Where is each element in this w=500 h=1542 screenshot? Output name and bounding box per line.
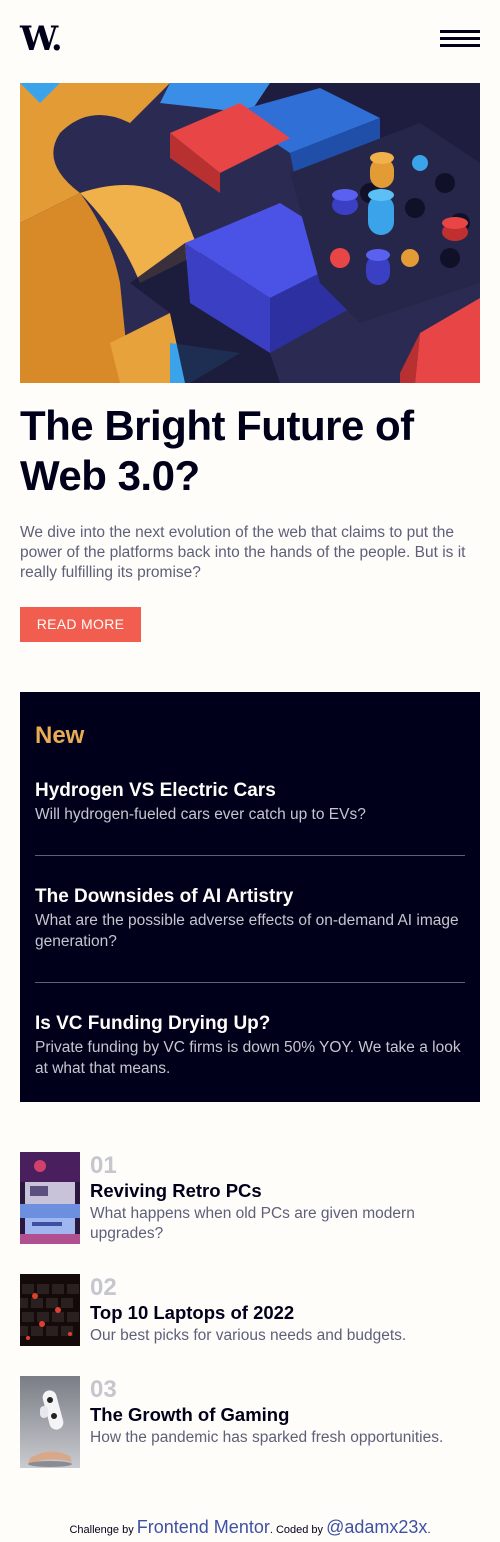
new-item-description: Will hydrogen-fueled cars ever catch up … xyxy=(35,806,366,823)
new-item: The Downsides of AI Artistry What are th… xyxy=(35,856,465,983)
list-item-description: How the pandemic has sparked fresh oppor… xyxy=(90,1429,444,1446)
list-item-title[interactable]: Reviving Retro PCs xyxy=(90,1180,480,1202)
frontend-mentor-link[interactable]: Frontend Mentor xyxy=(137,1517,270,1537)
footer-suffix: . xyxy=(427,1524,431,1536)
list-item-number: 01 xyxy=(90,1152,117,1179)
site-header: W. xyxy=(0,0,500,83)
laptop-thumbnail xyxy=(20,1274,80,1346)
retro-pc-thumbnail xyxy=(20,1152,80,1244)
hero-image xyxy=(20,83,480,383)
list-item-description: Our best picks for various needs and bud… xyxy=(90,1327,407,1344)
hamburger-menu-icon[interactable] xyxy=(440,30,480,47)
new-heading: New xyxy=(35,722,85,749)
list-item: 02 Top 10 Laptops of 2022 Our best picks… xyxy=(20,1274,480,1346)
list-item-number: 03 xyxy=(90,1376,117,1403)
list-item: 01 Reviving Retro PCs What happens when … xyxy=(20,1152,480,1244)
page: W. The Bright Future of Web 3.0? We dive… xyxy=(0,0,500,1542)
menu-bar xyxy=(440,37,480,40)
hero-title: The Bright Future of Web 3.0? xyxy=(20,402,414,499)
menu-bar xyxy=(440,30,480,33)
author-link[interactable]: @adamx23x xyxy=(326,1517,427,1537)
list-item-number: 02 xyxy=(90,1274,117,1301)
new-item: Is VC Funding Drying Up? Private funding… xyxy=(35,983,465,1109)
numbered-articles-list: 01 Reviving Retro PCs What happens when … xyxy=(20,1152,480,1468)
new-articles-panel: New Hydrogen VS Electric Cars Will hydro… xyxy=(20,692,480,1102)
laptop-keyboard-image xyxy=(20,1274,80,1346)
gaming-thumbnail xyxy=(20,1376,80,1468)
new-item: Hydrogen VS Electric Cars Will hydrogen-… xyxy=(35,750,465,856)
new-item-title[interactable]: Is VC Funding Drying Up? xyxy=(35,1013,465,1035)
list-item-title[interactable]: Top 10 Laptops of 2022 xyxy=(90,1302,406,1324)
gamepad-image xyxy=(20,1376,80,1468)
read-more-button[interactable]: READ MORE xyxy=(20,607,141,642)
challenge-prefix: Challenge by xyxy=(69,1524,137,1536)
logo[interactable]: W. xyxy=(20,22,63,56)
new-item-description: What are the possible adverse effects of… xyxy=(35,912,459,950)
attribution-footer: Challenge by Frontend Mentor. Coded by @… xyxy=(0,1517,500,1538)
list-item-text: 02 Top 10 Laptops of 2022 Our best picks… xyxy=(90,1274,406,1346)
coded-prefix: . Coded by xyxy=(269,1524,327,1536)
hero-description: We dive into the next evolution of the w… xyxy=(20,524,466,581)
list-item-description: What happens when old PCs are given mode… xyxy=(90,1205,415,1242)
menu-bar xyxy=(440,44,480,47)
list-item-title[interactable]: The Growth of Gaming xyxy=(90,1404,443,1426)
list-item-text: 01 Reviving Retro PCs What happens when … xyxy=(90,1152,480,1244)
list-item: 03 The Growth of Gaming How the pandemic… xyxy=(20,1376,480,1468)
new-item-description: Private funding by VC firms is down 50% … xyxy=(35,1039,461,1077)
list-item-text: 03 The Growth of Gaming How the pandemic… xyxy=(90,1376,443,1468)
hero-illustration xyxy=(20,83,480,383)
new-item-title[interactable]: Hydrogen VS Electric Cars xyxy=(35,780,465,802)
new-item-title[interactable]: The Downsides of AI Artistry xyxy=(35,886,465,908)
retro-pc-image xyxy=(20,1152,80,1244)
